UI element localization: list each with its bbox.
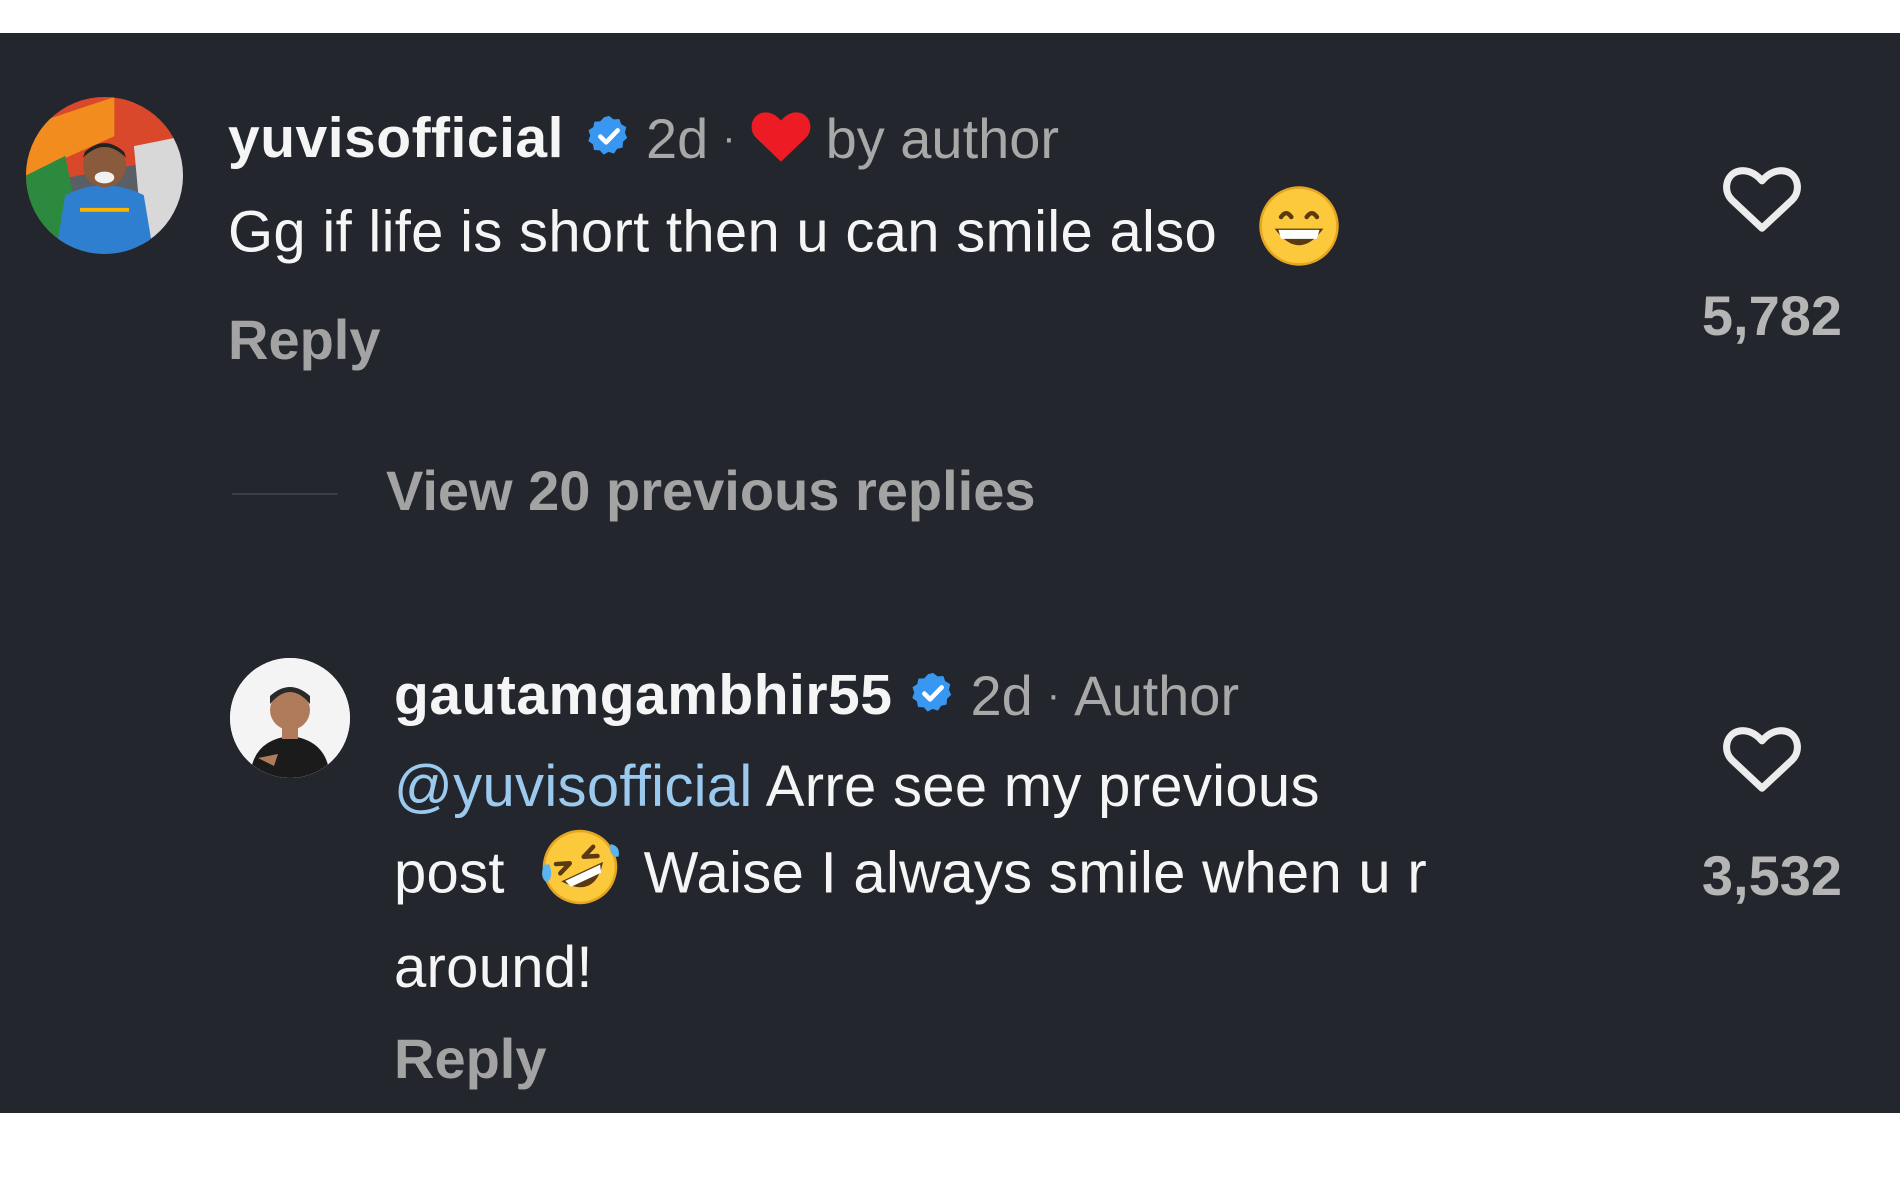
author-tag: Author bbox=[1074, 663, 1240, 727]
thread-divider-line bbox=[232, 493, 338, 495]
profile-photo-icon bbox=[230, 658, 350, 778]
comment-1-text: Gg if life is short then u can smile als… bbox=[228, 199, 1218, 265]
comment-1-username[interactable]: yuvisofficial bbox=[228, 105, 564, 171]
comment-1-reply-button[interactable]: Reply bbox=[228, 307, 381, 372]
comment-1-body: Gg if life is short then u can smile als… bbox=[228, 185, 1340, 287]
comment-2-text-part-1: Arre see my previous bbox=[752, 754, 1320, 819]
comment-2-like-count: 3,532 bbox=[1701, 844, 1842, 907]
profile-photo-icon bbox=[26, 97, 183, 254]
comment-2-line-1: @yuvisofficial Arre see my previous bbox=[394, 747, 1634, 826]
mention-link[interactable]: @yuvisofficial bbox=[394, 754, 753, 819]
avatar-gautamgambhir55[interactable] bbox=[230, 658, 350, 778]
rolling-laughing-emoji-icon bbox=[539, 826, 621, 928]
comment-1-like-button[interactable] bbox=[1722, 163, 1802, 235]
avatar-yuvisofficial[interactable] bbox=[26, 97, 183, 254]
comment-1-header: yuvisofficial 2d · by author bbox=[228, 98, 1059, 178]
comment-2-text-part-3: Waise I always smile when u r bbox=[627, 840, 1428, 906]
comment-2-username[interactable]: gautamgambhir55 bbox=[394, 662, 892, 728]
comment-1-like-count: 5,782 bbox=[1701, 284, 1842, 347]
verified-badge-icon bbox=[910, 670, 956, 721]
liked-by-author-label: by author bbox=[825, 106, 1060, 170]
grinning-face-emoji-icon bbox=[1258, 185, 1340, 287]
comment-2-body: @yuvisofficial Arre see my previous post bbox=[394, 747, 1634, 1007]
verified-badge-icon bbox=[586, 113, 632, 164]
comment-2-like-button[interactable] bbox=[1722, 723, 1802, 795]
view-previous-replies-button[interactable]: View 20 previous replies bbox=[386, 458, 1036, 523]
comment-2-time: 2d bbox=[970, 663, 1033, 727]
comment-2-text-part-2: post bbox=[394, 840, 505, 906]
comment-2-reply-button[interactable]: Reply bbox=[394, 1026, 547, 1091]
liked-by-author-heart-icon bbox=[750, 109, 812, 168]
comment-2-line-3: around! bbox=[394, 928, 1634, 1007]
comment-1-time: 2d bbox=[645, 106, 709, 170]
heart-outline-icon bbox=[1723, 727, 1801, 792]
separator-dot: · bbox=[722, 115, 736, 160]
comment-2-header: gautamgambhir55 2d · Author bbox=[394, 655, 1239, 735]
comment-2-text-part-4: around! bbox=[394, 935, 593, 1000]
separator-dot: · bbox=[1046, 672, 1061, 717]
heart-outline-icon bbox=[1723, 167, 1801, 232]
comments-panel: yuvisofficial 2d · by author Gg if life … bbox=[0, 33, 1900, 1113]
comment-2-line-2: post Waise I always smile when u r bbox=[394, 826, 1634, 928]
